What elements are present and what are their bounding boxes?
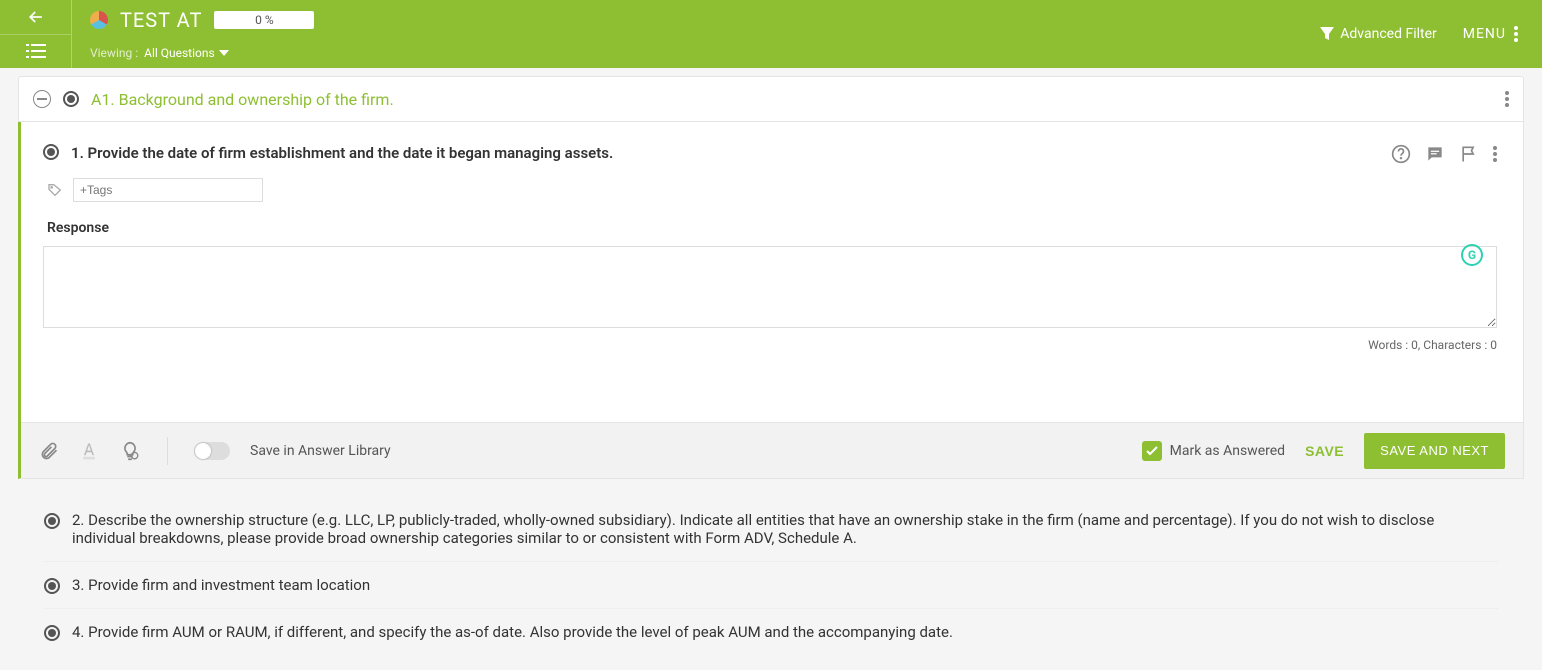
tags-input[interactable] <box>73 178 263 202</box>
question-more-button[interactable] <box>1493 146 1497 162</box>
app-logo-icon <box>90 11 108 29</box>
save-library-toggle[interactable] <box>194 442 230 460</box>
more-vert-icon <box>1514 26 1518 42</box>
question-radio-icon <box>43 144 59 160</box>
word-character-counter: Words : 0, Characters : 0 <box>43 338 1497 352</box>
question-row[interactable]: 3. Provide firm and investment team loca… <box>44 562 1498 609</box>
chat-icon <box>1425 144 1445 164</box>
question-text: 1. Provide the date of firm establishmen… <box>71 144 1379 162</box>
question-radio-icon <box>44 625 60 641</box>
question-row-text: 2. Describe the ownership structure (e.g… <box>72 511 1498 547</box>
flag-button[interactable] <box>1459 144 1479 164</box>
other-questions-list: 2. Describe the ownership structure (e.g… <box>18 479 1524 655</box>
minus-icon <box>37 98 47 100</box>
arrow-left-icon <box>26 7 46 27</box>
section-title: A1. Background and ownership of the firm… <box>91 90 394 109</box>
comment-button[interactable] <box>1425 144 1445 164</box>
section-more-button[interactable] <box>1505 91 1509 107</box>
response-textarea[interactable] <box>43 246 1497 328</box>
question-radio-icon <box>44 578 60 594</box>
save-and-next-button[interactable]: SAVE AND NEXT <box>1364 433 1505 469</box>
nav-column <box>0 0 72 68</box>
grammarly-icon[interactable]: G <box>1461 244 1483 266</box>
tags-row <box>47 178 1497 202</box>
question-body: 1. Provide the date of firm establishmen… <box>21 122 1523 362</box>
question-row-text: 3. Provide firm and investment team loca… <box>72 576 370 594</box>
title-column: TEST AT 0 % Viewing : All Questions <box>72 0 314 68</box>
text-color-button[interactable] <box>79 441 99 461</box>
mark-answered-checkbox[interactable]: Mark as Answered <box>1142 441 1285 461</box>
text-color-icon <box>79 441 99 461</box>
app-title: TEST AT <box>120 8 202 32</box>
chevron-down-icon <box>219 50 229 56</box>
menu-label: MENU <box>1463 26 1506 42</box>
check-icon <box>1142 441 1162 461</box>
viewing-dropdown[interactable]: All Questions <box>144 46 229 60</box>
response-label: Response <box>47 220 1497 236</box>
progress-indicator: 0 % <box>214 11 314 29</box>
top-bar: TEST AT 0 % Viewing : All Questions Adva… <box>0 0 1542 68</box>
save-button[interactable]: SAVE <box>1305 443 1344 459</box>
help-button[interactable] <box>1391 144 1411 164</box>
paperclip-icon <box>39 440 59 462</box>
tag-icon <box>47 182 63 198</box>
help-icon <box>1391 144 1411 164</box>
section-radio-icon <box>63 91 79 107</box>
list-button[interactable] <box>0 34 71 69</box>
flag-icon <box>1459 144 1479 164</box>
viewing-label: Viewing : <box>90 46 138 60</box>
question-card: 1. Provide the date of firm establishmen… <box>18 122 1524 479</box>
viewing-value-text: All Questions <box>144 46 215 60</box>
question-row-text: 4. Provide firm AUM or RAUM, if differen… <box>72 623 953 641</box>
back-button[interactable] <box>0 0 71 34</box>
question-row[interactable]: 4. Provide firm AUM or RAUM, if differen… <box>44 609 1498 655</box>
collapse-button[interactable] <box>33 90 51 108</box>
advanced-filter-label: Advanced Filter <box>1340 26 1436 42</box>
question-header: 1. Provide the date of firm establishmen… <box>43 144 1497 164</box>
section-header: A1. Background and ownership of the firm… <box>18 76 1524 122</box>
mark-answered-label: Mark as Answered <box>1170 443 1285 459</box>
menu-button[interactable]: MENU <box>1463 26 1518 42</box>
question-actions <box>1391 144 1497 164</box>
filter-icon <box>1320 27 1334 41</box>
lightbulb-icon <box>119 440 141 462</box>
question-radio-icon <box>44 513 60 529</box>
question-toolbar: Save in Answer Library Mark as Answered … <box>21 422 1523 478</box>
viewing-row: Viewing : All Questions <box>90 41 314 65</box>
more-vert-icon <box>1493 146 1497 162</box>
suggestion-button[interactable] <box>119 440 141 462</box>
attachment-button[interactable] <box>39 440 59 462</box>
more-vert-icon <box>1505 91 1509 107</box>
top-bar-left: TEST AT 0 % Viewing : All Questions <box>0 0 314 68</box>
question-row[interactable]: 2. Describe the ownership structure (e.g… <box>44 497 1498 562</box>
save-library-label: Save in Answer Library <box>250 443 391 459</box>
content: A1. Background and ownership of the firm… <box>0 68 1542 655</box>
toolbar-right: Mark as Answered SAVE SAVE AND NEXT <box>1142 433 1505 469</box>
title-row: TEST AT 0 % <box>90 3 314 37</box>
list-icon <box>26 44 46 58</box>
top-bar-right: Advanced Filter MENU <box>1320 0 1542 68</box>
toolbar-divider <box>167 437 168 465</box>
advanced-filter-button[interactable]: Advanced Filter <box>1320 26 1436 42</box>
